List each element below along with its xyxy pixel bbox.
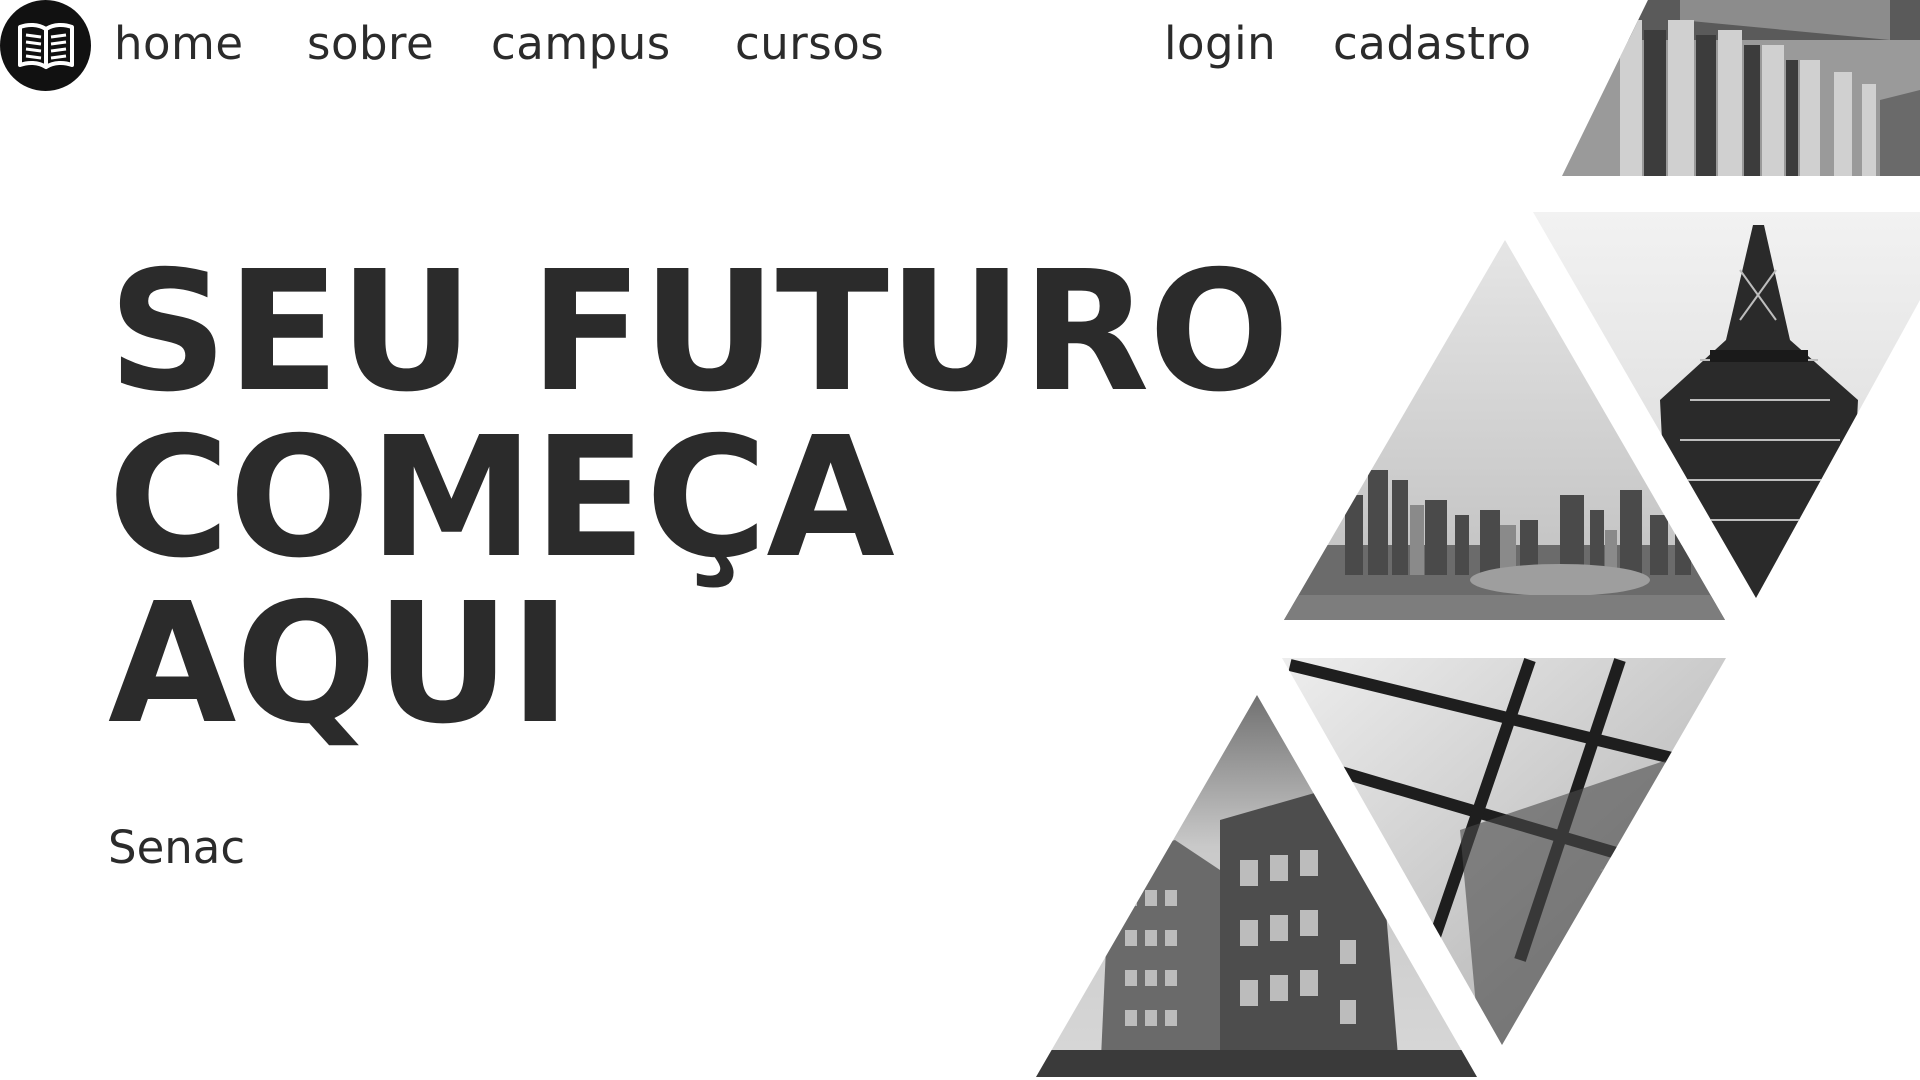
nav-sobre[interactable]: sobre: [307, 14, 434, 74]
hero-title-line-2: COMEÇA: [108, 402, 895, 595]
hero-title: SEU FUTURO COMEÇA AQUI: [108, 236, 1290, 761]
nav-cursos[interactable]: cursos: [735, 14, 884, 74]
nav-cadastro[interactable]: cadastro: [1333, 14, 1532, 74]
nav-campus[interactable]: campus: [491, 14, 671, 74]
eiffel-tower-image: [1533, 212, 1920, 598]
glass-roof-image: [1282, 658, 1726, 1045]
hero-title-line-1: SEU FUTURO: [108, 236, 1290, 429]
columns-building-image: [1562, 0, 1920, 176]
hero-title-line-3: AQUI: [108, 568, 571, 761]
logo[interactable]: [0, 0, 91, 91]
nav-login[interactable]: login: [1164, 14, 1276, 74]
open-book-icon: [17, 22, 74, 69]
brick-buildings-image: [1036, 695, 1477, 1077]
hero-subtitle: Senac: [108, 821, 246, 874]
skyline-image: [1284, 240, 1725, 620]
nav-home[interactable]: home: [114, 14, 244, 74]
